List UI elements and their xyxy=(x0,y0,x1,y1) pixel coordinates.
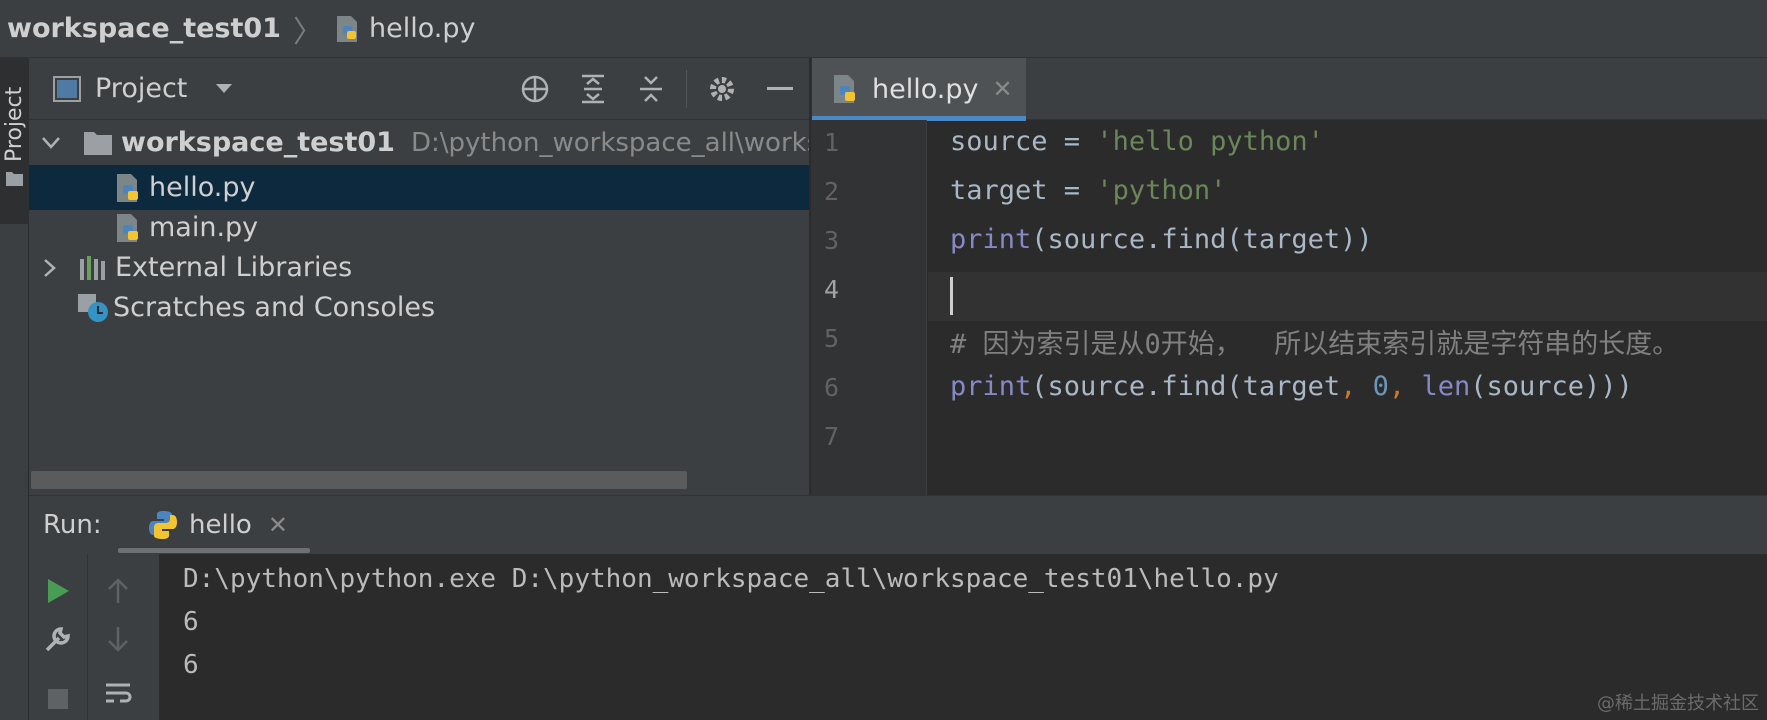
console-line: D:\python\python.exe D:\python_workspace… xyxy=(183,564,1279,594)
chevron-down-icon[interactable] xyxy=(215,83,233,95)
line-number: 1 xyxy=(824,128,840,157)
tree-label-hello-py: hello.py xyxy=(149,172,256,203)
tree-item-main-py[interactable]: main.py xyxy=(29,205,809,250)
project-stripe-tab[interactable]: Project xyxy=(0,58,29,224)
breadcrumb-project[interactable]: workspace_test01 xyxy=(7,13,281,44)
folder-icon xyxy=(83,130,113,156)
tree-label-scratches: Scratches and Consoles xyxy=(113,292,436,323)
project-panel: Project workspace_test01 D:\python_works… xyxy=(29,58,809,495)
chevron-down-icon[interactable] xyxy=(41,136,61,150)
navigation-bar: workspace_test01 〉 hello.py xyxy=(0,0,1767,58)
current-line-highlight xyxy=(928,272,1767,321)
gear-icon[interactable] xyxy=(693,58,751,120)
run-tab-indicator xyxy=(118,548,310,553)
run-tool-window: Run: hello ✕ D:\python\python.exe D:\pyt… xyxy=(29,495,1767,720)
breadcrumb-separator: 〉 xyxy=(292,14,323,50)
tree-item-project-root[interactable]: workspace_test01 D:\python_workspace_all… xyxy=(29,120,809,165)
line-number-gutter: 1 2 3 4 5 6 7 xyxy=(812,120,927,495)
expand-all-icon[interactable] xyxy=(564,58,622,120)
code-line-3: print(source.find(target)) xyxy=(950,224,1373,255)
stop-icon[interactable] xyxy=(33,674,83,720)
run-header: Run: hello ✕ xyxy=(29,496,1767,554)
tree-label-external-libraries: External Libraries xyxy=(115,252,353,283)
close-icon[interactable]: ✕ xyxy=(992,75,1012,103)
run-side-toolbar xyxy=(29,554,159,720)
line-number: 5 xyxy=(824,324,840,353)
toolbar-divider xyxy=(87,554,88,720)
tree-project-path: D:\python_workspace_all\workspace_test01 xyxy=(410,127,809,158)
editor-tab-bar: hello.py ✕ xyxy=(812,58,1767,121)
python-file-icon xyxy=(115,172,143,204)
tree-label-main-py: main.py xyxy=(149,212,259,243)
python-file-icon xyxy=(115,212,143,244)
editor-pane: hello.py ✕ 1 2 3 4 5 6 7 source = 'hello… xyxy=(811,58,1767,495)
code-area[interactable]: source = 'hello python' target = 'python… xyxy=(928,120,1767,495)
tree-item-scratches[interactable]: Scratches and Consoles xyxy=(29,285,809,330)
editor-tab-label: hello.py xyxy=(872,73,979,105)
tree-item-external-libraries[interactable]: External Libraries xyxy=(29,245,809,290)
arrow-up-icon[interactable] xyxy=(93,566,143,616)
run-tab-label: hello xyxy=(189,510,252,540)
code-line-6: print(source.find(target, 0, len(source)… xyxy=(950,371,1633,402)
line-number: 4 xyxy=(824,275,840,304)
code-line-1: source = 'hello python' xyxy=(950,126,1324,157)
python-icon xyxy=(147,509,179,541)
run-tab-hello[interactable]: hello ✕ xyxy=(119,496,309,554)
project-stripe-label: Project xyxy=(2,86,27,162)
chevron-right-icon[interactable] xyxy=(43,258,57,278)
scratches-icon xyxy=(77,293,109,323)
project-view-icon xyxy=(53,75,81,102)
close-icon[interactable]: ✕ xyxy=(268,511,288,539)
library-icon xyxy=(79,255,109,281)
console-output[interactable]: D:\python\python.exe D:\python_workspace… xyxy=(159,554,1767,720)
project-panel-header: Project xyxy=(29,58,809,120)
line-number: 7 xyxy=(824,422,840,451)
toolbar-divider xyxy=(686,70,687,108)
code-line-2: target = 'python' xyxy=(950,175,1227,206)
left-tool-stripe: Project xyxy=(0,58,29,720)
collapse-all-icon[interactable] xyxy=(622,58,680,120)
line-number: 2 xyxy=(824,177,840,206)
horizontal-scrollbar[interactable] xyxy=(31,471,687,489)
locate-file-icon[interactable] xyxy=(506,58,564,120)
breadcrumb-file[interactable]: hello.py xyxy=(369,13,475,44)
tree-label-project: workspace_test01 xyxy=(121,127,395,158)
soft-wrap-icon[interactable] xyxy=(93,670,143,720)
run-label: Run: xyxy=(43,510,102,540)
python-file-icon xyxy=(335,14,361,44)
console-line: 6 xyxy=(183,607,199,637)
editor-tab-hello-py[interactable]: hello.py ✕ xyxy=(812,58,1026,121)
wrench-icon[interactable] xyxy=(33,614,83,664)
folder-icon xyxy=(5,170,24,191)
watermark: @稀土掘金技术社区 xyxy=(1597,693,1759,714)
tree-item-hello-py[interactable]: hello.py xyxy=(29,165,809,210)
code-line-5: # 因为索引是从0开始， 所以结束索引就是字符串的长度。 xyxy=(950,329,1680,360)
minimize-icon[interactable] xyxy=(751,58,809,120)
line-number: 6 xyxy=(824,373,840,402)
project-view-title[interactable]: Project xyxy=(95,73,187,104)
text-caret xyxy=(950,277,953,315)
rerun-play-icon[interactable] xyxy=(33,566,83,616)
python-file-icon xyxy=(832,73,860,105)
arrow-down-icon[interactable] xyxy=(93,614,143,664)
project-toolbar xyxy=(506,58,809,120)
console-line: 6 xyxy=(183,650,199,680)
line-number: 3 xyxy=(824,226,840,255)
